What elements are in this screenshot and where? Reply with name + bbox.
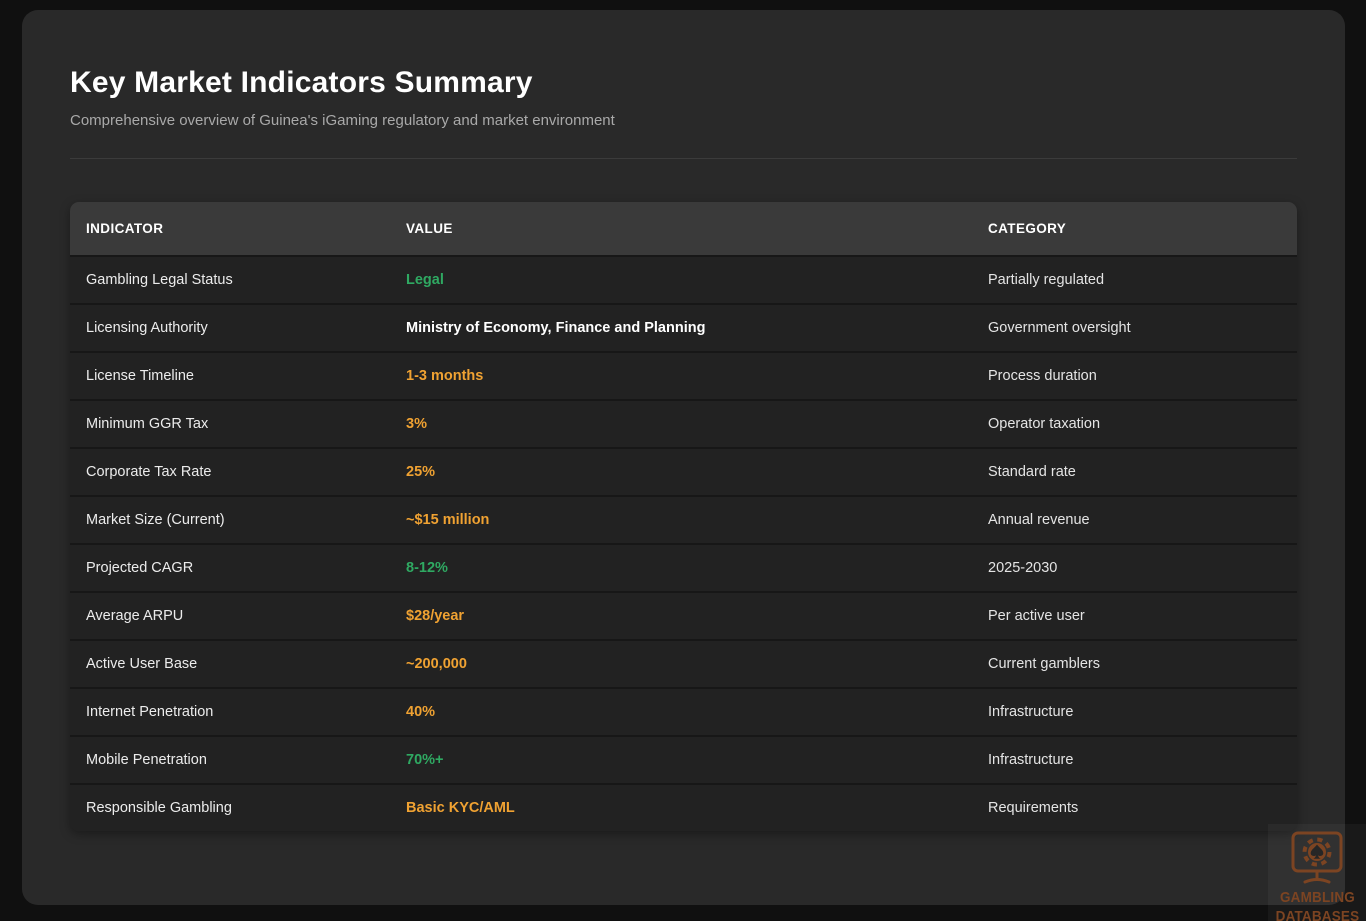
- category-cell: Current gamblers: [972, 641, 1297, 687]
- category-cell: 2025-2030: [972, 545, 1297, 591]
- value-cell: 70%+: [390, 737, 972, 783]
- category-cell: Operator taxation: [972, 401, 1297, 447]
- table-row: Minimum GGR Tax 3% Operator taxation: [70, 399, 1297, 447]
- indicator-cell: Mobile Penetration: [70, 737, 390, 783]
- table-row: Active User Base ~200,000 Current gamble…: [70, 639, 1297, 687]
- page-subtitle: Comprehensive overview of Guinea's iGami…: [70, 112, 1297, 130]
- category-cell: Standard rate: [972, 449, 1297, 495]
- indicator-cell: License Timeline: [70, 353, 390, 399]
- indicator-cell: Market Size (Current): [70, 497, 390, 543]
- page-title: Key Market Indicators Summary: [70, 66, 1297, 99]
- indicator-cell: Active User Base: [70, 641, 390, 687]
- table-row: Responsible Gambling Basic KYC/AML Requi…: [70, 783, 1297, 831]
- summary-card: Key Market Indicators Summary Comprehens…: [22, 10, 1345, 905]
- category-cell: Per active user: [972, 593, 1297, 639]
- indicator-cell: Projected CAGR: [70, 545, 390, 591]
- value-cell: 25%: [390, 449, 972, 495]
- table-row: Market Size (Current) ~$15 million Annua…: [70, 495, 1297, 543]
- value-cell: $28/year: [390, 593, 972, 639]
- category-cell: Government oversight: [972, 305, 1297, 351]
- table-row: Average ARPU $28/year Per active user: [70, 591, 1297, 639]
- table-row: License Timeline 1-3 months Process dura…: [70, 351, 1297, 399]
- table-row: Mobile Penetration 70%+ Infrastructure: [70, 735, 1297, 783]
- indicator-cell: Average ARPU: [70, 593, 390, 639]
- indicator-cell: Corporate Tax Rate: [70, 449, 390, 495]
- indicator-cell: Minimum GGR Tax: [70, 401, 390, 447]
- value-cell: Basic KYC/AML: [390, 785, 972, 831]
- gambling-databases-watermark: GAMBLING DATABASES: [1268, 824, 1366, 921]
- value-cell: 3%: [390, 401, 972, 447]
- table-row: Licensing Authority Ministry of Economy,…: [70, 303, 1297, 351]
- table-row: Gambling Legal Status Legal Partially re…: [70, 255, 1297, 303]
- value-cell: Legal: [390, 257, 972, 303]
- column-header-category: CATEGORY: [972, 202, 1297, 255]
- indicator-cell: Internet Penetration: [70, 689, 390, 735]
- value-cell: ~$15 million: [390, 497, 972, 543]
- value-cell: Ministry of Economy, Finance and Plannin…: [390, 305, 972, 351]
- watermark-line2: DATABASES: [1275, 907, 1359, 921]
- category-cell: Partially regulated: [972, 257, 1297, 303]
- category-cell: Infrastructure: [972, 689, 1297, 735]
- monitor-casino-chip-icon: [1284, 831, 1350, 887]
- table-row: Internet Penetration 40% Infrastructure: [70, 687, 1297, 735]
- indicator-cell: Licensing Authority: [70, 305, 390, 351]
- column-header-value: VALUE: [390, 202, 972, 255]
- value-cell: 40%: [390, 689, 972, 735]
- value-cell: ~200,000: [390, 641, 972, 687]
- watermark-text: GAMBLING DATABASES: [1275, 888, 1359, 921]
- category-cell: Infrastructure: [972, 737, 1297, 783]
- table-header-row: INDICATOR VALUE CATEGORY: [70, 202, 1297, 255]
- column-header-indicator: INDICATOR: [70, 202, 390, 255]
- category-cell: Process duration: [972, 353, 1297, 399]
- value-cell: 1-3 months: [390, 353, 972, 399]
- category-cell: Requirements: [972, 785, 1297, 831]
- indicator-cell: Responsible Gambling: [70, 785, 390, 831]
- category-cell: Annual revenue: [972, 497, 1297, 543]
- watermark-line1: GAMBLING: [1275, 888, 1359, 907]
- table-row: Corporate Tax Rate 25% Standard rate: [70, 447, 1297, 495]
- value-cell: 8-12%: [390, 545, 972, 591]
- table-row: Projected CAGR 8-12% 2025-2030: [70, 543, 1297, 591]
- indicators-table: INDICATOR VALUE CATEGORY Gambling Legal …: [70, 202, 1297, 831]
- indicator-cell: Gambling Legal Status: [70, 257, 390, 303]
- header-divider: [70, 158, 1297, 159]
